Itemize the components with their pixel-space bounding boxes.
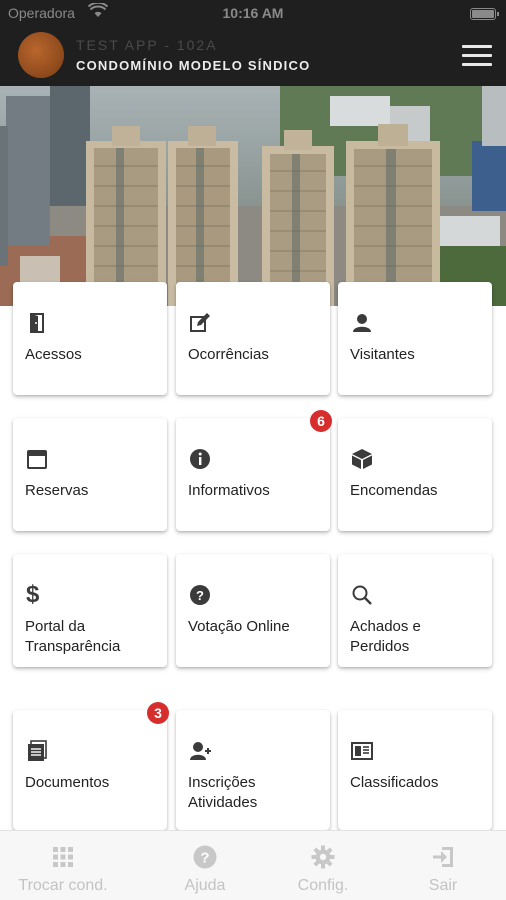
battery-icon <box>470 8 499 20</box>
menu-card-achados-perdidos[interactable]: Achados e Perdidos <box>338 554 492 667</box>
nav-label: Config. <box>297 877 349 894</box>
clock: 10:16 AM <box>222 5 284 21</box>
menu-card-label: Informativos <box>188 482 270 499</box>
menu-card-classificados[interactable]: Classificados <box>338 710 492 830</box>
condominium-name: CONDOMÍNIO MODELO SÍNDICO <box>76 58 311 73</box>
question-icon: ? <box>189 584 211 606</box>
newspaper-icon <box>351 740 373 762</box>
notification-badge: 6 <box>310 410 332 432</box>
menu-card-informativos[interactable]: Informativos 6 <box>176 410 332 531</box>
menu-card-ocorrencias[interactable]: Ocorrências <box>176 282 330 395</box>
info-icon <box>189 448 211 470</box>
hamburger-menu-icon[interactable] <box>462 45 492 67</box>
nav-label: Sair <box>428 877 458 894</box>
menu-card-label: Classificados <box>350 774 439 791</box>
status-bar: Operadora 10:16 AM <box>0 0 506 28</box>
menu-card-label: Votação Online <box>188 618 290 635</box>
menu-card-visitantes[interactable]: Visitantes <box>338 282 492 395</box>
search-icon <box>351 584 373 606</box>
person-add-icon <box>189 740 211 762</box>
door-icon <box>26 312 48 334</box>
nav-label: Trocar cond. <box>18 877 108 894</box>
app-header: TEST APP - 102A CONDOMÍNIO MODELO SÍNDIC… <box>0 28 506 86</box>
calendar-icon <box>26 448 48 470</box>
svg-text:?: ? <box>200 850 209 867</box>
dollar-icon: $ <box>26 581 40 608</box>
menu-card-label: Reservas <box>25 482 89 499</box>
package-icon <box>351 448 373 470</box>
menu-card-documentos[interactable]: Documentos 3 <box>13 702 169 830</box>
app-title: TEST APP - 102A <box>76 37 218 53</box>
nav-sair[interactable]: Sair <box>380 831 506 900</box>
menu-card-portal-transparencia[interactable]: $ Portal da Transparência <box>13 554 167 667</box>
menu-card-votacao-online[interactable]: ? Votação Online <box>176 554 330 667</box>
menu-card-inscricoes-atividades[interactable]: Inscrições Atividades <box>176 710 330 830</box>
help-icon: ? <box>193 845 217 869</box>
grid-icon <box>51 845 75 869</box>
menu-card-label: Acessos <box>25 346 82 363</box>
menu-card-acessos[interactable]: Acessos <box>13 282 167 395</box>
notification-badge: 3 <box>147 702 169 724</box>
menu-card-label: Portal da Transparência <box>25 618 121 655</box>
menu-card-label: Visitantes <box>350 346 415 363</box>
nav-trocar-condominio[interactable]: Trocar cond. <box>0 831 126 900</box>
menu-card-label: Encomendas <box>350 482 438 499</box>
edit-icon <box>189 312 211 334</box>
person-icon <box>351 312 373 334</box>
condominium-photo <box>0 86 506 306</box>
menu-card-label: Achados e Perdidos <box>350 618 421 655</box>
avatar[interactable] <box>18 32 64 78</box>
svg-text:?: ? <box>196 588 204 603</box>
menu-card-label: Inscrições Atividades <box>188 774 258 811</box>
document-icon <box>26 740 48 762</box>
gear-icon <box>311 845 335 869</box>
nav-label: Ajuda <box>184 877 226 894</box>
menu-card-encomendas[interactable]: Encomendas <box>338 418 492 531</box>
nav-config[interactable]: Config. <box>260 831 386 900</box>
menu-card-label: Ocorrências <box>188 346 269 363</box>
menu-card-reservas[interactable]: Reservas <box>13 418 167 531</box>
logout-icon <box>431 845 455 869</box>
bottom-nav: Trocar cond. ? Ajuda Config. Sair <box>0 830 506 900</box>
nav-ajuda[interactable]: ? Ajuda <box>142 831 268 900</box>
menu-card-label: Documentos <box>25 774 110 791</box>
